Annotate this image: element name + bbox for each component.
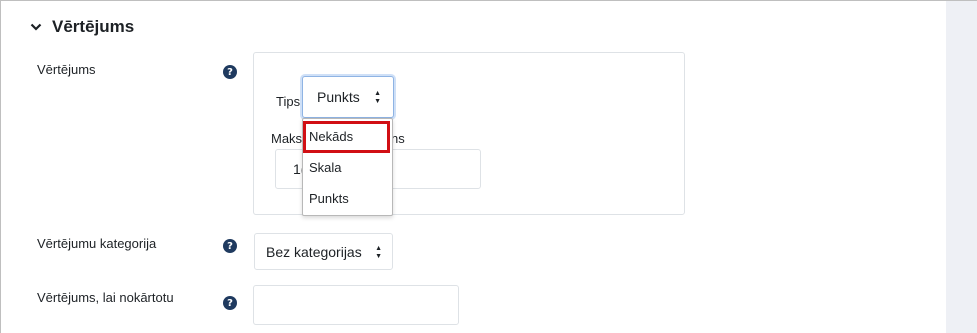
pass-grade-label: Vērtējums, lai nokārtotu [37,290,174,305]
select-arrows-icon: ▲ ▼ [375,245,382,260]
category-select[interactable]: Bez kategorijas ▲ ▼ [254,233,393,270]
pass-grade-input[interactable] [253,285,459,325]
type-label: Tips [276,94,301,109]
category-selected: Bez kategorijas [266,243,362,260]
select-arrows-icon: ▲ ▼ [374,90,381,105]
section-title: Vērtējums [52,17,135,36]
max-grade-label: Maks [271,131,303,146]
section-header[interactable]: Vērtējums [30,17,134,37]
category-help-icon[interactable]: ? [223,239,237,253]
grade-help-icon[interactable]: ? [223,65,237,79]
grade-type-selected: Punkts [317,89,360,105]
grade-label: Vērtējums [37,62,96,77]
right-sidebar-strip [946,0,977,333]
grade-type-select[interactable]: Punkts ▲ ▼ [302,76,394,118]
dropdown-option-skala[interactable]: Skala [309,160,342,175]
chevron-down-icon[interactable] [30,21,42,33]
category-label: Vērtējumu kategorija [37,236,157,251]
max-grade-label-tail: ns [391,131,405,146]
highlight-box [303,121,390,153]
dropdown-option-punkts[interactable]: Punkts [309,191,349,206]
pass-grade-help-icon[interactable]: ? [223,296,237,310]
